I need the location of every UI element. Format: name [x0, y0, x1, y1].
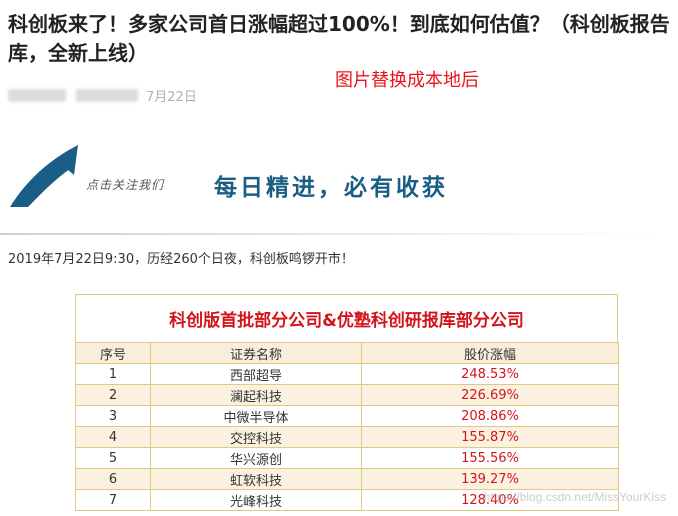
intro-paragraph: 2019年7月22日9:30，历经260个日夜，科创板鸣锣开市！ — [8, 252, 354, 267]
row-name: 交控科技 — [150, 426, 362, 448]
table-row: 1 西部超导 248.53% — [75, 363, 619, 385]
row-gain: 248.53% — [361, 363, 619, 385]
blurred-author — [8, 88, 66, 102]
header-index: 序号 — [75, 342, 151, 364]
publish-date: 7月22日 — [146, 89, 197, 105]
row-name: 澜起科技 — [150, 384, 362, 406]
row-index: 6 — [75, 468, 151, 490]
row-name: 西部超导 — [150, 363, 362, 385]
stock-table: 科创版首批部分公司&优塾科创研报库部分公司 序号 证券名称 股价涨幅 1 西部超… — [75, 294, 619, 511]
article-meta: 7月22日 — [8, 86, 197, 105]
table-row: 6 虹软科技 139.27% — [75, 468, 619, 490]
table-header-row: 序号 证券名称 股价涨幅 — [75, 342, 619, 364]
table-row: 3 中微半导体 208.86% — [75, 405, 619, 427]
row-gain: 139.27% — [361, 468, 619, 490]
row-index: 2 — [75, 384, 151, 406]
row-index: 4 — [75, 426, 151, 448]
row-name: 华兴源创 — [150, 447, 362, 469]
row-index: 7 — [75, 489, 151, 511]
article-title: 科创板来了！多家公司首日涨幅超过100%！到底如何估值？（科创板报告库，全新上线… — [8, 12, 670, 65]
blurred-account — [76, 88, 138, 102]
row-index: 3 — [75, 405, 151, 427]
row-gain: 226.69% — [361, 384, 619, 406]
header-gain: 股价涨幅 — [361, 342, 619, 364]
overlay-note: 图片替换成本地后 — [335, 70, 479, 91]
row-index: 1 — [75, 363, 151, 385]
row-gain: 155.56% — [361, 447, 619, 469]
row-gain: 208.86% — [361, 405, 619, 427]
row-name: 光峰科技 — [150, 489, 362, 511]
table-row: 5 华兴源创 155.56% — [75, 447, 619, 469]
row-name: 虹软科技 — [150, 468, 362, 490]
header-name: 证券名称 — [150, 342, 362, 364]
row-gain: 155.87% — [361, 426, 619, 448]
table-row: 2 澜起科技 226.69% — [75, 384, 619, 406]
table-caption: 科创版首批部分公司&优塾科创研报库部分公司 — [75, 294, 618, 342]
row-name: 中微半导体 — [150, 405, 362, 427]
row-index: 5 — [75, 447, 151, 469]
watermark: https://blog.csdn.net/MissYourKiss — [483, 490, 666, 504]
table-row: 4 交控科技 155.87% — [75, 426, 619, 448]
banner-slogan: 每日精进，必有收获 — [214, 175, 448, 201]
arrow-icon — [10, 145, 78, 207]
banner-follow-text: 点击关注我们 — [86, 178, 165, 192]
